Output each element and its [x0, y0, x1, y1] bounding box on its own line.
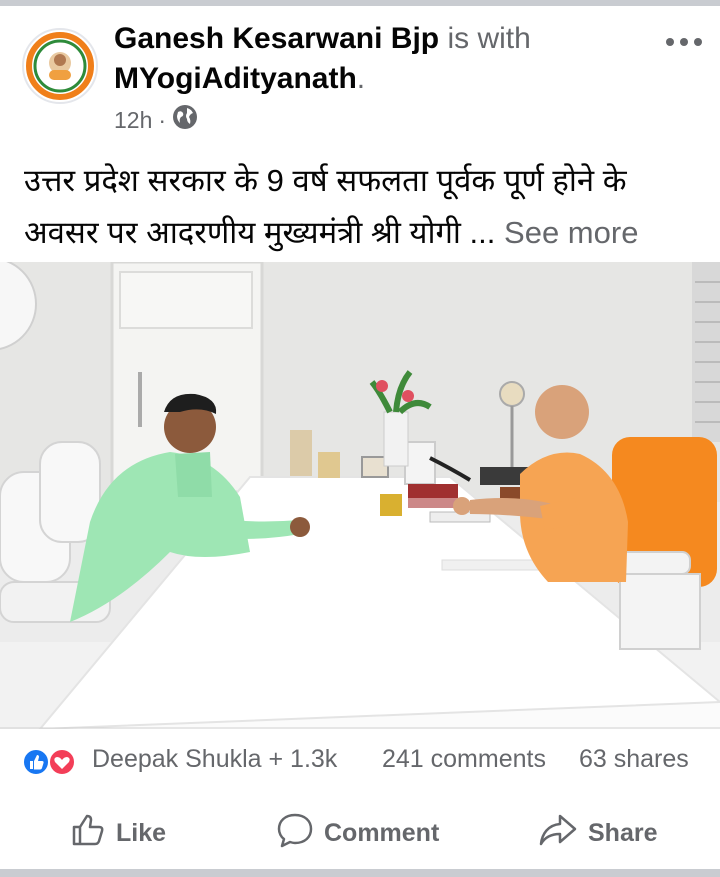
author-name[interactable]: Ganesh Kesarwani Bjp: [114, 22, 439, 55]
post-meta: 12h ·: [114, 104, 198, 136]
comment-bubble-icon: [276, 812, 314, 855]
post-header-line2: MYogiAdityanath.: [114, 62, 365, 96]
like-button[interactable]: Like: [70, 812, 166, 855]
feed-separator-bottom: [0, 869, 720, 877]
meta-separator: ·: [158, 106, 167, 133]
more-dots-icon[interactable]: [662, 22, 706, 62]
post-text-line1: उत्तर प्रदेश सरकार के 9 वर्ष सफलता पूर्व…: [24, 163, 627, 198]
tagged-page[interactable]: MYogiAdityanath: [114, 62, 357, 95]
feed-separator-top: [0, 0, 720, 6]
thumbs-up-icon: [70, 812, 106, 855]
reaction-summary[interactable]: Deepak Shukla + 1.3k: [92, 745, 337, 774]
author-avatar[interactable]: [22, 28, 98, 104]
post-photo[interactable]: [0, 262, 720, 729]
comment-label: Comment: [324, 819, 440, 847]
post-time[interactable]: 12h: [114, 107, 152, 134]
see-more-link[interactable]: See more: [504, 215, 638, 250]
share-label: Share: [588, 819, 658, 847]
post-text-line2-wrap: अवसर पर आदरणीय मुख्यमंत्री श्री योगी ...…: [24, 207, 704, 259]
like-label: Like: [116, 819, 167, 847]
post-header-line1: Ganesh Kesarwani Bjp is with: [114, 22, 531, 56]
post-text-line2: अवसर पर आदरणीय मुख्यमंत्री श्री योगी ...: [24, 215, 496, 250]
globe-icon: [172, 104, 198, 136]
reaction-icons[interactable]: [22, 748, 82, 776]
with-text: is with: [447, 22, 531, 55]
comments-count[interactable]: 241 comments: [382, 745, 546, 774]
share-button[interactable]: Share: [538, 812, 657, 855]
shares-count[interactable]: 63 shares: [579, 745, 689, 774]
post-text: उत्तर प्रदेश सरकार के 9 वर्ष सफलता पूर्व…: [24, 155, 704, 259]
comment-button[interactable]: Comment: [276, 812, 439, 855]
tagged-suffix: .: [356, 62, 366, 95]
share-arrow-icon: [538, 812, 578, 855]
